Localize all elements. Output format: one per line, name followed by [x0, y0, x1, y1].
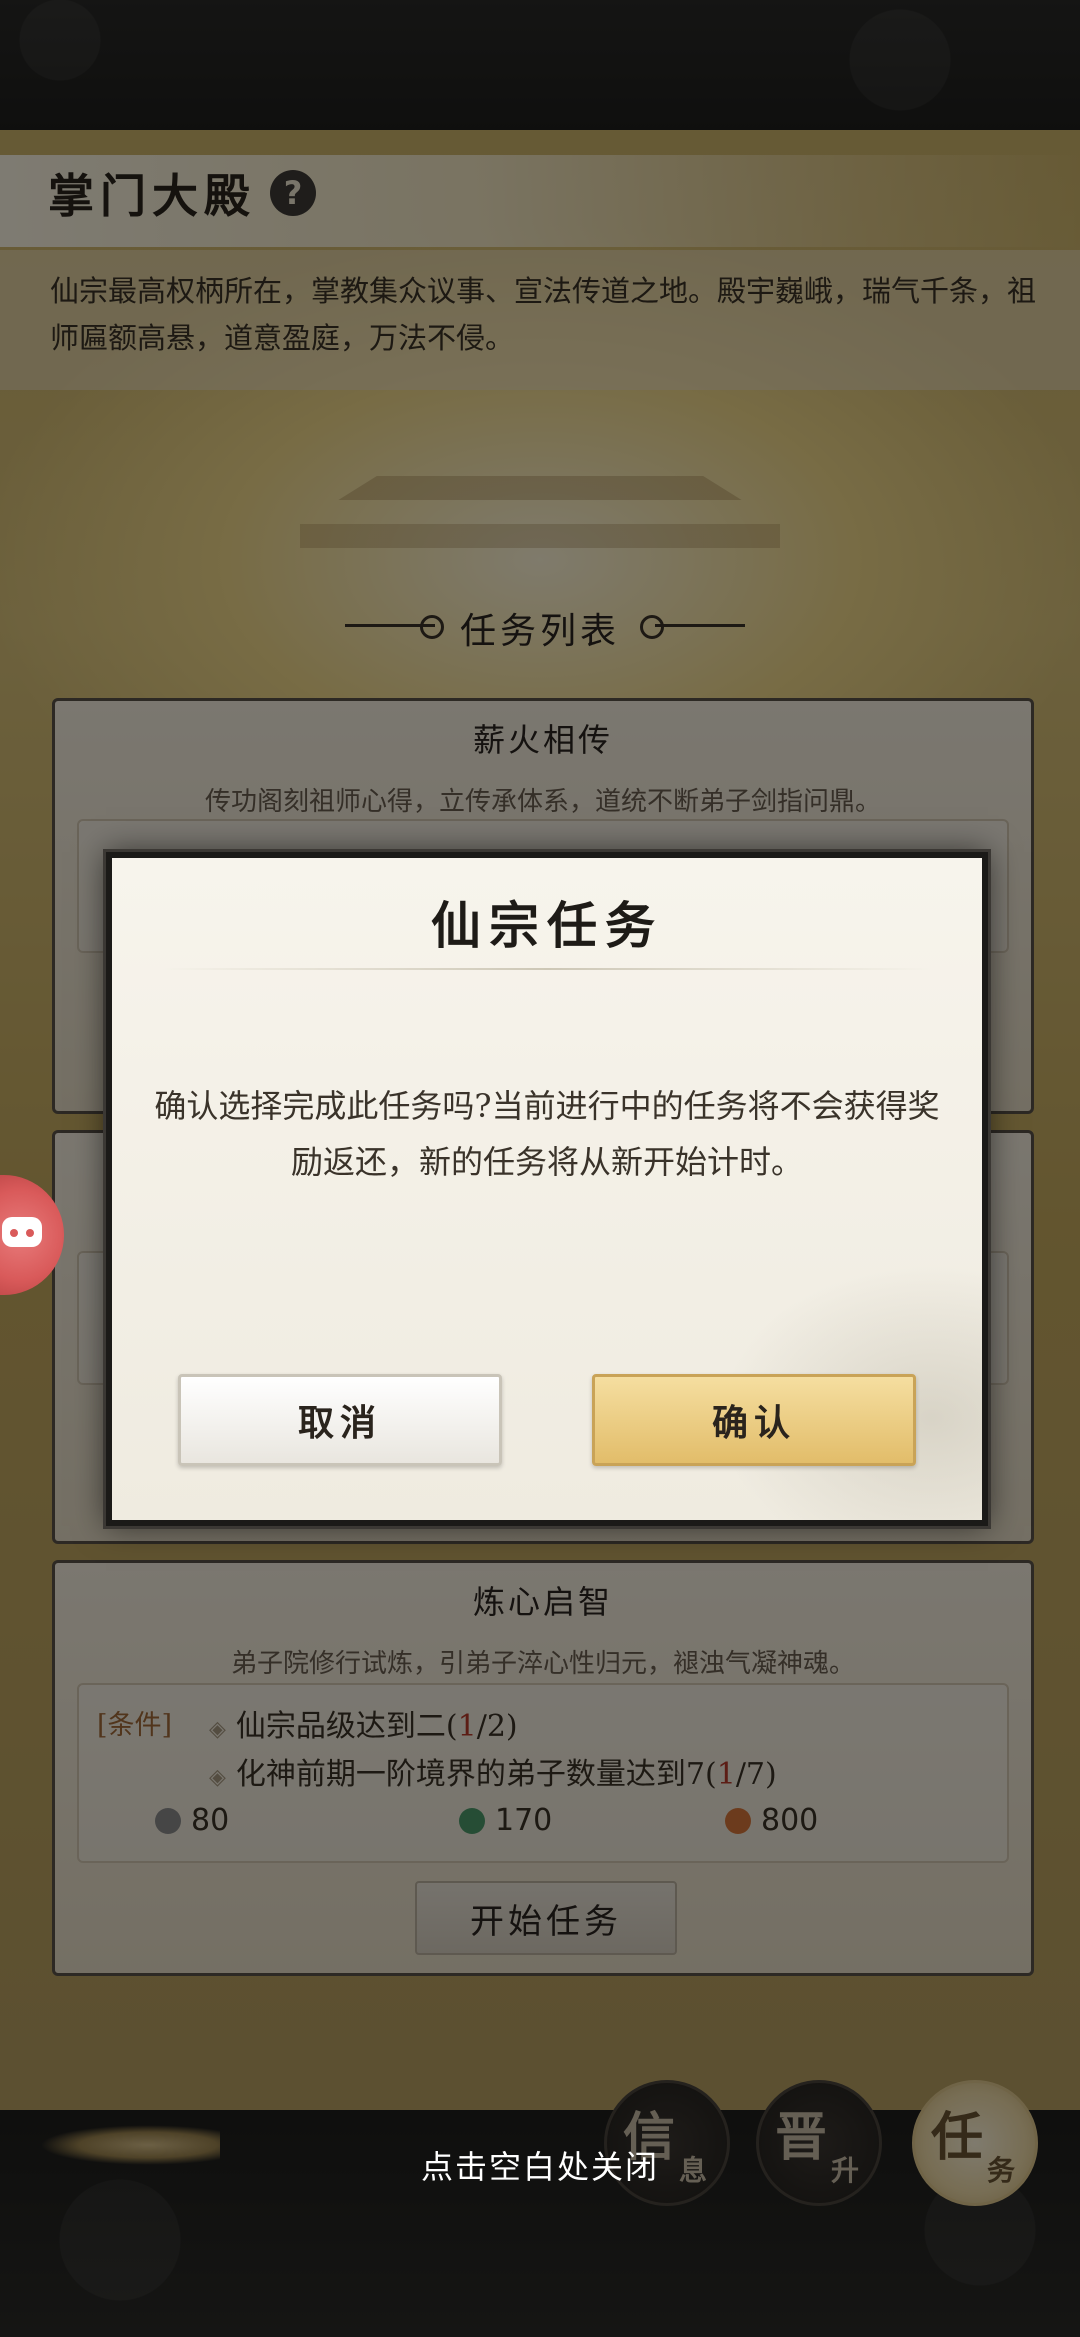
dialog-message: 确认选择完成此任务吗?当前进行中的任务将不会获得奖励返还，新的任务将从新开始计时… — [154, 1087, 940, 1181]
confirm-button[interactable]: 确认 — [592, 1374, 916, 1466]
gamepad-icon — [2, 1217, 42, 1247]
close-hint: 点击空白处关闭 — [420, 2148, 659, 2186]
cancel-button[interactable]: 取消 — [178, 1374, 502, 1466]
dialog-title-divider — [162, 968, 932, 970]
confirm-dialog: 仙宗任务 确认选择完成此任务吗?当前进行中的任务将不会获得奖励返还，新的任务将从… — [106, 852, 988, 1526]
dialog-title: 仙宗任务 — [431, 896, 663, 955]
